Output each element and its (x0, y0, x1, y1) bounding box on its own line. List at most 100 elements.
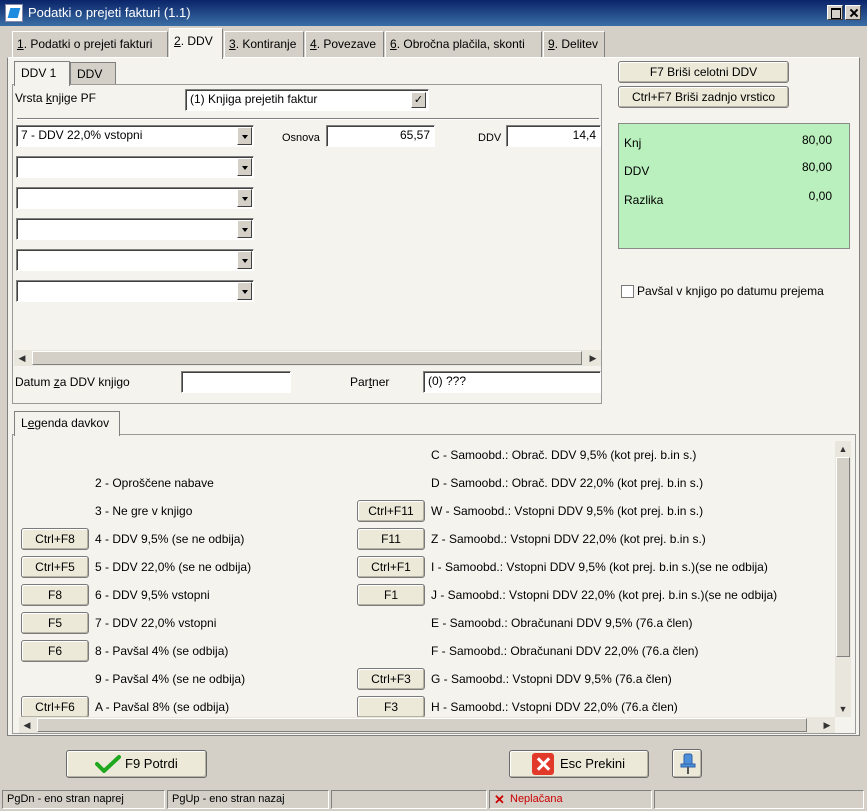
ddv-rate-combo-3[interactable] (16, 187, 254, 209)
window-title: Podatki o prejeti fakturi (1.1) (28, 5, 191, 20)
legend-panel: 2 - Oproščene nabave 3 - Ne gre v knjigo… (12, 434, 856, 734)
scroll-up-icon[interactable]: ▲ (835, 441, 851, 457)
pavsal-checkbox[interactable] (621, 285, 634, 298)
chevron-down-icon[interactable] (237, 127, 252, 145)
key-ctrl-f1-button[interactable]: Ctrl+F1 (357, 556, 425, 578)
ddv-amount-field[interactable]: 14,4 (506, 125, 601, 147)
scroll-right-icon[interactable]: ▶ (819, 717, 835, 733)
legend-item: 9 - Pavšal 4% (se ne odbija) (95, 672, 246, 686)
tab-kontiranje[interactable]: 3. Kontiranje (224, 31, 304, 57)
clear-last-row-button[interactable]: Ctrl+F7 Briši zadnjo vrstico (618, 86, 789, 108)
chevron-down-icon[interactable] (237, 220, 252, 238)
legend-item: 7 - DDV 22,0% vstopni (95, 616, 217, 630)
legend-item: 6 - DDV 9,5% vstopni (95, 588, 210, 602)
horizontal-scrollbar[interactable]: ◀ ▶ (19, 717, 835, 733)
subtab-ddv-1[interactable]: DDV 1 (14, 61, 70, 86)
osnova-field[interactable]: 65,57 (326, 125, 435, 147)
knj-value: 80,00 (801, 133, 832, 147)
pin-button[interactable] (672, 749, 702, 778)
cancel-icon (532, 753, 554, 775)
razlika-label: Razlika (624, 193, 664, 207)
key-ctrl-f11-button[interactable]: Ctrl+F11 (357, 500, 425, 522)
key-ctrl-f3-button[interactable]: Ctrl+F3 (357, 668, 425, 690)
ddv-rate-combo-5[interactable] (16, 249, 254, 271)
chevron-down-icon[interactable] (237, 251, 252, 269)
key-ctrl-f6-button[interactable]: Ctrl+F6 (21, 696, 89, 718)
tab-podatki[interactable]: 1. Podatki o prejeti fakturi (12, 31, 168, 57)
summary-box: Knj 80,00 DDV 80,00 Razlika 0,00 (618, 123, 850, 249)
legend-item: 4 - DDV 9,5% (se ne odbija) (95, 532, 245, 546)
status-empty (331, 790, 487, 809)
checkmark-icon[interactable]: ✓ (411, 92, 426, 108)
razlika-value: 0,00 (808, 189, 832, 203)
tab-ddv[interactable]: 2. DDV (169, 28, 223, 59)
ddv-rate-combo-1[interactable]: 7 - DDV 22,0% vstopni (16, 125, 254, 147)
vrsta-knjige-label: Vrsta knjige PF (15, 91, 96, 105)
partner-field[interactable]: (0) ??? (423, 371, 601, 393)
key-f6-button[interactable]: F6 (21, 640, 89, 662)
key-ctrl-f8-button[interactable]: Ctrl+F8 (21, 528, 89, 550)
legend-item: D - Samoobd.: Obrač. DDV 22,0% (kot prej… (431, 476, 704, 490)
legend-item: 5 - DDV 22,0% (se ne odbija) (95, 560, 252, 574)
subtab-ddv-2[interactable]: DDV 2 (70, 62, 116, 103)
scroll-thumb[interactable] (37, 718, 807, 732)
vrsta-knjige-field[interactable]: (1) Knjiga prejetih faktur ✓ (185, 89, 429, 111)
maximize-icon[interactable] (827, 5, 843, 20)
cancel-button[interactable]: Esc Prekini (509, 750, 649, 778)
key-ctrl-f5-button[interactable]: Ctrl+F5 (21, 556, 89, 578)
horizontal-scrollbar[interactable]: ◀ ▶ (14, 350, 601, 366)
legend-item: F - Samoobd.: Obračunani DDV 22,0% (76.a… (431, 644, 699, 658)
status-pgdn: PgDn - eno stran naprej (2, 790, 165, 809)
legend-item: J - Samoobd.: Vstopni DDV 22,0% (kot pre… (431, 588, 778, 602)
scroll-down-icon[interactable]: ▼ (835, 701, 851, 717)
key-f1-button[interactable]: F1 (357, 584, 425, 606)
ddv-entry-panel: Vrsta knjige PF (1) Knjiga prejetih fakt… (12, 84, 602, 404)
tab-obrocna-placila[interactable]: 6. Obročna plačila, skonti (385, 31, 542, 57)
legend-item: I - Samoobd.: Vstopni DDV 9,5% (kot prej… (431, 560, 768, 574)
status-pgup: PgUp - eno stran nazaj (167, 790, 329, 809)
close-icon[interactable] (845, 5, 861, 20)
pavsal-label: Pavšal v knjigo po datumu prejema (637, 284, 824, 298)
legend-item: E - Samoobd.: Obračunani DDV 9,5% (76.a … (431, 616, 693, 630)
datum-field[interactable] (181, 371, 291, 393)
clear-all-ddv-button[interactable]: F7 Briši celotni DDV (618, 61, 789, 83)
ddv-rate-combo-6[interactable] (16, 280, 254, 302)
osnova-label: Osnova (282, 132, 320, 144)
scroll-thumb[interactable] (836, 457, 850, 657)
legend-item: 2 - Oproščene nabave (95, 476, 214, 490)
chevron-down-icon[interactable] (237, 189, 252, 207)
key-f11-button[interactable]: F11 (357, 528, 425, 550)
status-payment: ✕ Neplačana (489, 790, 652, 809)
separator (17, 118, 599, 120)
partner-label: Partner (350, 375, 390, 389)
title-bar: Podatki o prejeti fakturi (1.1) (0, 0, 867, 26)
scroll-thumb[interactable] (32, 351, 582, 365)
tab-povezave[interactable]: 4. Povezave (305, 31, 384, 57)
ddv-label: DDV (478, 132, 502, 144)
ddv-sum-value: 80,00 (801, 160, 832, 174)
legend-item: Z - Samoobd.: Vstopni DDV 22,0% (kot pre… (431, 532, 706, 546)
chevron-down-icon[interactable] (237, 158, 252, 176)
tab-legenda-davkov[interactable]: Legenda davkov (14, 411, 120, 436)
legend-item: H - Samoobd.: Vstopni DDV 22,0% (76.a čl… (431, 700, 678, 714)
key-f8-button[interactable]: F8 (21, 584, 89, 606)
pin-icon (680, 753, 696, 774)
scroll-right-icon[interactable]: ▶ (585, 350, 601, 366)
datum-label: Datum za DDV knjigo (15, 375, 130, 389)
key-f3-button[interactable]: F3 (357, 696, 425, 718)
ddv-rate-combo-2[interactable] (16, 156, 254, 178)
ddv-rate-combo-4[interactable] (16, 218, 254, 240)
ddv-sum-label: DDV (624, 164, 650, 178)
chevron-down-icon[interactable] (237, 282, 252, 300)
key-f5-button[interactable]: F5 (21, 612, 89, 634)
legend-item: C - Samoobd.: Obrač. DDV 9,5% (kot prej.… (431, 448, 697, 462)
vertical-scrollbar[interactable]: ▲ ▼ (835, 441, 851, 717)
legend-item: G - Samoobd.: Vstopni DDV 9,5% (76.a čle… (431, 672, 672, 686)
legend-item: W - Samoobd.: Vstopni DDV 9,5% (kot prej… (431, 504, 704, 518)
scroll-left-icon[interactable]: ◀ (19, 717, 35, 733)
confirm-button[interactable]: F9 Potrdi (66, 750, 207, 778)
scroll-left-icon[interactable]: ◀ (14, 350, 30, 366)
status-bar: PgDn - eno stran naprej PgUp - eno stran… (0, 787, 867, 811)
tab-delitev[interactable]: 9. Delitev (543, 31, 605, 57)
legend-item: A - Pavšal 8% (se odbija) (95, 700, 230, 714)
